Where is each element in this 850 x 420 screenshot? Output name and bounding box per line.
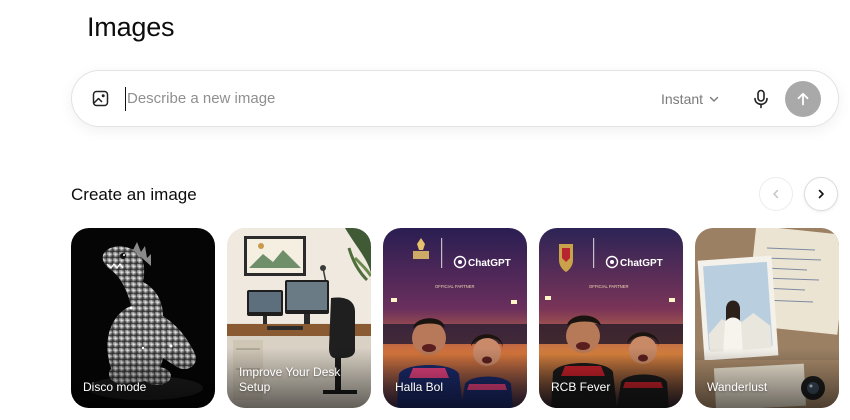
card-label: Improve Your Desk Setup [239, 365, 341, 394]
send-button[interactable] [785, 80, 822, 117]
card-disco-mode[interactable]: Disco mode [71, 228, 215, 408]
mode-dropdown[interactable]: Instant [661, 91, 719, 107]
arrow-up-icon [797, 92, 809, 105]
chevron-down-icon [709, 91, 719, 107]
card-rcb-fever[interactable]: ChatGPT OFFICIAL PARTNER RCB Fever [539, 228, 683, 408]
card-label: Wanderlust [707, 380, 768, 394]
card-label: Halla Bol [395, 380, 444, 394]
official-partner-text: OFFICIAL PARTNER [435, 284, 474, 289]
image-icon[interactable] [90, 89, 110, 109]
card-label: RCB Fever [551, 380, 611, 394]
card-wanderlust[interactable]: Wanderlust [695, 228, 839, 408]
images-page: Images Instant [0, 0, 850, 420]
official-partner-text: OFFICIAL PARTNER [589, 284, 628, 289]
partner-text: ChatGPT [620, 258, 663, 269]
carousel-next-button[interactable] [804, 177, 838, 211]
mode-label: Instant [661, 90, 704, 107]
mic-icon[interactable] [749, 87, 773, 111]
card-desk-setup[interactable]: Improve Your Desk Setup [227, 228, 371, 408]
prompt-input[interactable] [125, 86, 645, 111]
section-title: Create an image [71, 185, 197, 204]
image-style-carousel: Disco mode Improve Your Desk Setup ChatG… [71, 228, 850, 408]
card-label: Disco mode [83, 380, 147, 394]
chevron-right-icon [818, 189, 824, 199]
chevron-left-icon [773, 189, 779, 199]
image-prompt-bar: Instant [71, 70, 839, 127]
partner-text: ChatGPT [468, 258, 511, 269]
carousel-prev-button[interactable] [759, 177, 793, 211]
page-title: Images [87, 12, 175, 42]
card-halla-bol[interactable]: ChatGPT OFFICIAL PARTNER Halla Bol [383, 228, 527, 408]
